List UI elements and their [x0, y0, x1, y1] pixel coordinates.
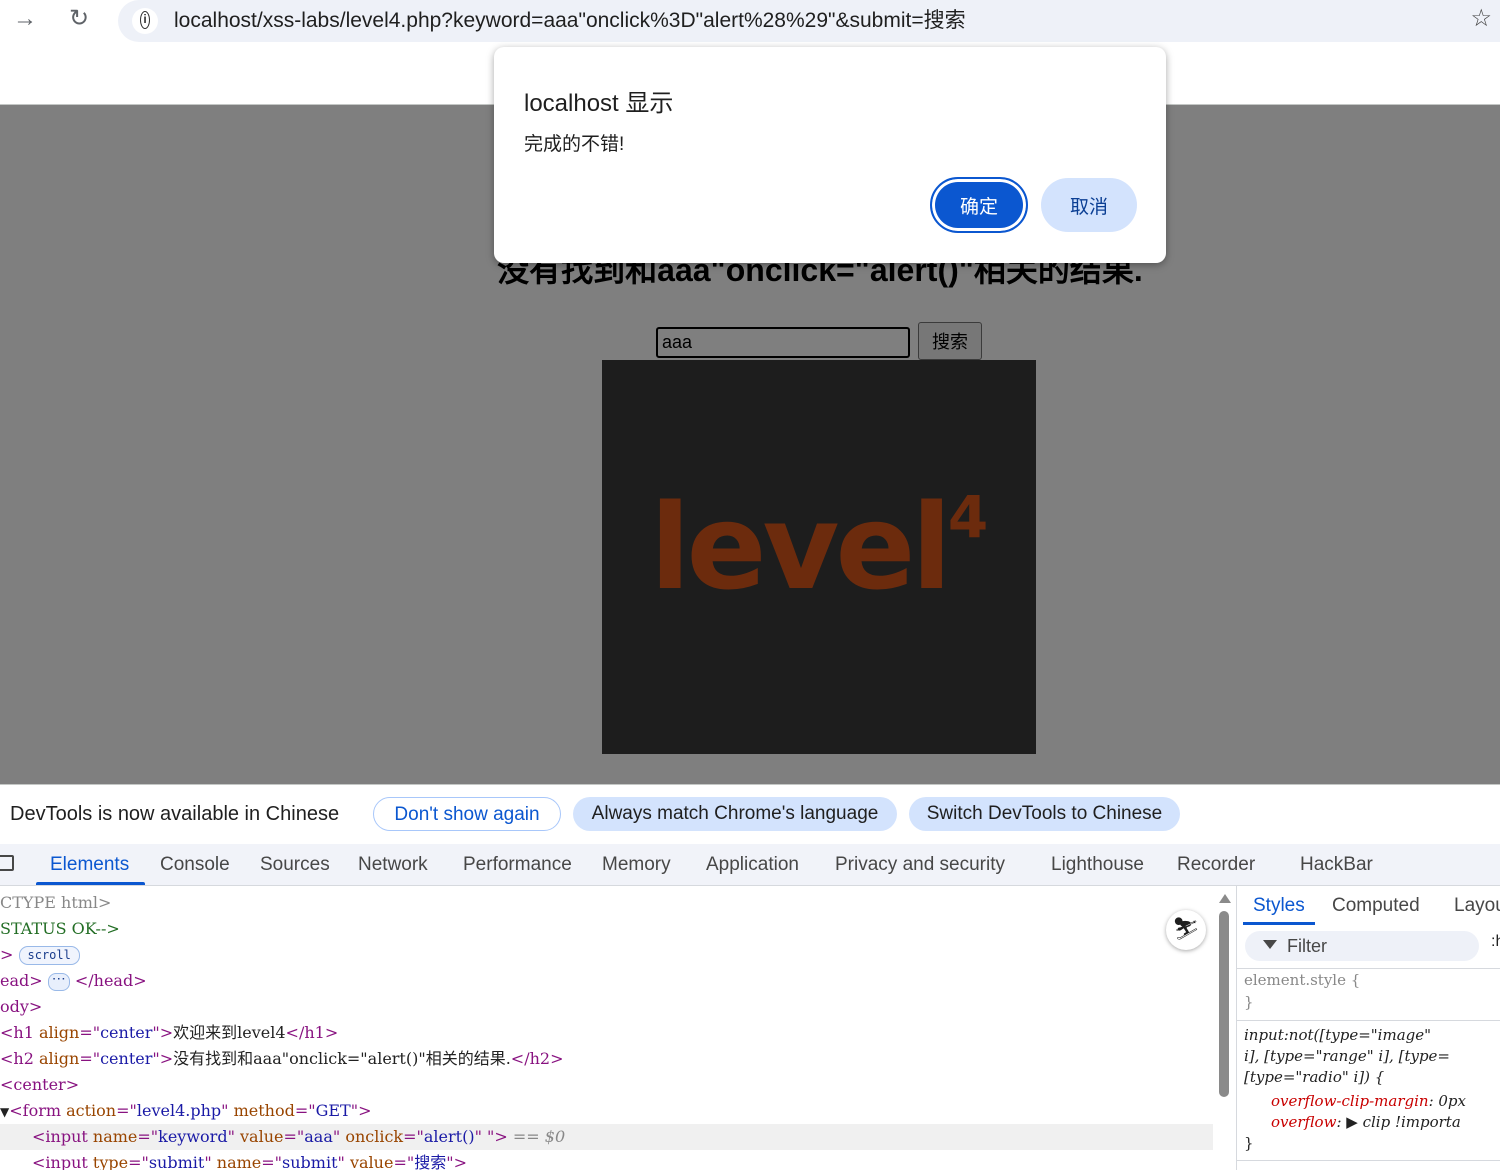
element-style-selector: element.style {	[1244, 971, 1361, 989]
dom-line-input-submit[interactable]: <input type="submit" name="submit" value…	[0, 1150, 467, 1170]
tab-recorder[interactable]: Recorder	[1177, 844, 1255, 885]
alert-dialog: localhost 显示 完成的不错! 确定 取消	[494, 47, 1166, 263]
form-action-value: level4.php	[136, 1101, 222, 1120]
dialog-title: localhost 显示	[524, 90, 674, 117]
styles-pane: Styles Computed Layou Filter :h element.…	[1236, 886, 1500, 1170]
prop-name-2: overflow	[1271, 1113, 1337, 1131]
tab-performance[interactable]: Performance	[463, 844, 572, 885]
dom-line-center[interactable]: <center>	[0, 1072, 79, 1098]
form-method-value: GET	[315, 1101, 351, 1120]
filter-icon	[1263, 940, 1277, 949]
rule-selector-line-3: [type="radio" i]) {	[1244, 1068, 1385, 1086]
prop-name-1: overflow-clip-margin	[1271, 1092, 1429, 1110]
language-infobar: DevTools is now available in Chinese Don…	[0, 785, 1500, 844]
dialog-message: 完成的不错!	[524, 134, 625, 155]
ua-prop-2[interactable]: overflow: ▶ clip !importa	[1271, 1112, 1461, 1133]
rule-selector-line-1: input:not([type="image"	[1244, 1026, 1432, 1044]
ua-rule-close: }	[1244, 1133, 1254, 1154]
submit-type-value: submit	[148, 1153, 205, 1170]
center-tag: center	[13, 1075, 66, 1094]
ua-prop-1[interactable]: overflow-clip-margin: 0px	[1271, 1091, 1466, 1112]
styles-filter-input[interactable]: Filter	[1245, 931, 1479, 961]
tab-privacy-security[interactable]: Privacy and security	[835, 844, 1005, 885]
dialog-cancel-button[interactable]: 取消	[1041, 178, 1137, 232]
tab-computed[interactable]: Computed	[1332, 886, 1420, 925]
devtools-tabbar: Elements Console Sources Network Perform…	[0, 844, 1500, 886]
tab-styles[interactable]: Styles	[1243, 886, 1315, 925]
ua-rule-selector-3[interactable]: [type="radio" i]) {	[1244, 1067, 1384, 1088]
tab-application[interactable]: Application	[706, 844, 799, 885]
head-close: </head>	[74, 971, 147, 990]
h2-attr-name: align	[38, 1049, 80, 1068]
tab-memory[interactable]: Memory	[602, 844, 671, 885]
ua-rule-selector-1[interactable]: input:not([type="image"	[1244, 1025, 1431, 1046]
dont-show-again-button[interactable]: Don't show again	[373, 797, 561, 831]
h2-attr-value: center	[100, 1049, 153, 1068]
submit-value-value: 搜索	[414, 1153, 447, 1170]
accessibility-tree-icon[interactable]: ⛷	[1166, 910, 1206, 950]
dialog-ok-button[interactable]: 确定	[930, 177, 1028, 233]
infobar-message: DevTools is now available in Chinese	[10, 803, 340, 825]
styles-divider	[1237, 1160, 1500, 1161]
dom-line-form[interactable]: ▼<form action="level4.php" method="GET">	[0, 1098, 372, 1124]
device-toolbar-icon[interactable]	[0, 855, 14, 871]
dom-line-body[interactable]: ody>	[0, 994, 42, 1020]
ua-rule-selector-2[interactable]: i], [type="range" i], [type=	[1244, 1046, 1450, 1067]
filter-placeholder: Filter	[1287, 936, 1327, 956]
h1-attr-name: align	[38, 1023, 80, 1042]
dom-line-comment[interactable]: STATUS OK-->	[0, 916, 120, 942]
tab-network[interactable]: Network	[358, 844, 428, 885]
submit-name-value: submit	[282, 1153, 338, 1170]
rule-selector-line-2: i], [type="range" i], [type=	[1244, 1047, 1450, 1065]
tab-console[interactable]: Console	[160, 844, 230, 885]
tab-layout[interactable]: Layou	[1454, 886, 1500, 925]
dom-line-h2[interactable]: <h2 align="center">没有找到和aaa"onclick="ale…	[0, 1046, 563, 1072]
always-match-language-button[interactable]: Always match Chrome's language	[573, 797, 897, 831]
body-open: ody>	[0, 997, 43, 1016]
address-bar[interactable]: localhost/xss-labs/level4.php?keyword=aa…	[118, 0, 1500, 42]
h2-text: 没有找到和aaa"onclick="alert()"相关的结果.	[173, 1049, 511, 1068]
element-style-close: }	[1244, 992, 1254, 1013]
bookmark-star-icon[interactable]: ☆	[1470, 4, 1492, 33]
scroll-badge[interactable]: scroll	[18, 946, 80, 965]
tab-elements[interactable]: Elements	[35, 844, 146, 885]
hover-state-toggle[interactable]: :h	[1491, 933, 1500, 951]
styles-divider	[1237, 1020, 1500, 1021]
prop-value-2: clip !importa	[1362, 1113, 1461, 1131]
input-onclick-value: alert()	[423, 1127, 475, 1146]
dom-line-h1[interactable]: <h1 align="center">欢迎来到level4</h1>	[0, 1020, 338, 1046]
h1-attr-value: center	[100, 1023, 153, 1042]
dom-line-head[interactable]: ead> ⋯ </head>	[0, 968, 147, 994]
input-name-value: keyword	[158, 1127, 228, 1146]
close-brace-1: }	[1244, 993, 1254, 1011]
prop-value-1: 0px	[1438, 1092, 1466, 1110]
scroll-up-icon[interactable]	[1219, 894, 1231, 903]
site-info-icon[interactable]	[132, 8, 158, 34]
reload-icon[interactable]: ↻	[64, 4, 94, 34]
input-value-value: aaa	[304, 1127, 333, 1146]
tab-hackbar[interactable]: HackBar	[1300, 844, 1373, 885]
dom-line-doctype[interactable]: CTYPE html>	[0, 890, 111, 916]
dom-line-input-keyword[interactable]: <input name="keyword" value="aaa" onclic…	[0, 1124, 1213, 1150]
expand-dots-icon[interactable]: ⋯	[47, 972, 70, 991]
close-brace-2: }	[1244, 1134, 1254, 1152]
tab-lighthouse[interactable]: Lighthouse	[1051, 844, 1144, 885]
elements-tree: CTYPE html> STATUS OK--> > scroll ead> ⋯…	[0, 886, 1213, 1170]
tab-sources[interactable]: Sources	[260, 844, 330, 885]
url-text[interactable]: localhost/xss-labs/level4.php?keyword=aa…	[174, 4, 966, 34]
head-open: ead>	[0, 971, 43, 990]
scroll-thumb[interactable]	[1219, 911, 1229, 1097]
selected-marker: == $0	[512, 1127, 566, 1146]
switch-to-chinese-button[interactable]: Switch DevTools to Chinese	[909, 797, 1180, 831]
element-style-rule[interactable]: element.style {	[1244, 970, 1360, 991]
dom-line-html[interactable]: > scroll	[0, 942, 80, 968]
styles-divider	[1237, 968, 1500, 969]
devtools-panel: DevTools is now available in Chinese Don…	[0, 784, 1500, 1170]
doctype-text: CTYPE html>	[0, 893, 112, 912]
comment-text: STATUS OK-->	[0, 919, 120, 938]
h1-text: 欢迎来到level4	[173, 1023, 286, 1042]
forward-icon[interactable]: →	[10, 4, 40, 34]
